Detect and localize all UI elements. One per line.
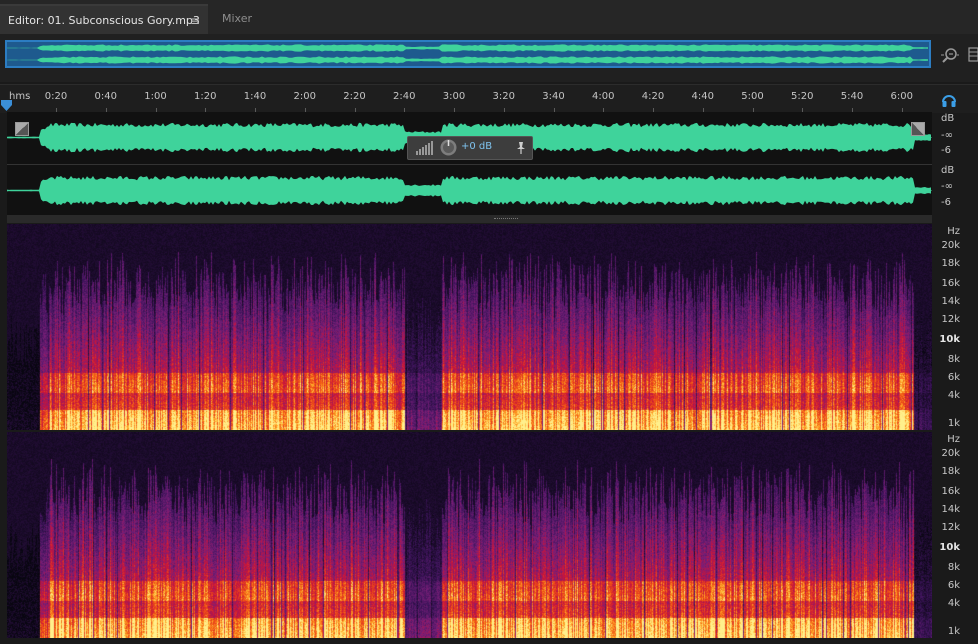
level-meter-icon	[416, 141, 433, 155]
headphones-icon[interactable]	[941, 92, 957, 108]
ruler-tick-label: 3:00	[442, 91, 466, 102]
freq-label-ch2: 12k	[941, 522, 960, 533]
freq-label-ch2: 20k	[941, 448, 960, 459]
fade-in-handle[interactable]	[15, 122, 29, 136]
freq-label-ch2: 6k	[947, 580, 960, 591]
pin-icon[interactable]	[515, 141, 527, 155]
time-ruler[interactable]: hms 0:20 0:40 1:00 1:20 1:40 2:00 2:20 2:40 3:00…	[0, 84, 978, 113]
spectral-channel-left[interactable]	[7, 224, 932, 430]
amp-label-db-1: dB	[941, 113, 955, 124]
ruler-tick-label: 1:40	[243, 91, 267, 102]
freq-label-ch1: 20k	[941, 240, 960, 251]
ruler-tick-label: 2:20	[343, 91, 366, 102]
ruler-tick-label: 2:00	[293, 91, 316, 102]
splitter-grip	[494, 218, 518, 221]
ruler-tick-label: 4:40	[691, 91, 714, 102]
freq-label-ch1: 12k	[941, 314, 960, 325]
freq-label-ch2: 18k	[941, 466, 960, 477]
freq-label-ch2: 4k	[947, 598, 960, 609]
ruler-tick-label: 0:20	[44, 91, 68, 102]
overview-waveform[interactable]	[5, 40, 931, 68]
ruler-tick-label: 5:00	[741, 91, 764, 102]
freq-label-ch1: 16k	[941, 278, 960, 289]
spectral-channel-right[interactable]	[7, 432, 932, 638]
fade-out-handle[interactable]	[911, 122, 925, 136]
tab-editor-label: Editor: 01. Subconscious Gory.mp3	[8, 14, 200, 27]
tab-bar: Editor: 01. Subconscious Gory.mp3 ≡ Mixe…	[0, 0, 978, 36]
overview-bar	[0, 34, 978, 82]
waveform-right-graphic	[7, 175, 932, 206]
ruler-tick-label: 1:00	[144, 91, 167, 102]
waveform-display[interactable]	[7, 112, 932, 215]
gain-value[interactable]: +0 dB	[461, 141, 492, 152]
freq-label-ch2: 8k	[947, 562, 960, 573]
ruler-tick-label: 2:40	[393, 91, 416, 102]
freq-label-ch2: 10k	[939, 542, 960, 553]
freq-label-ch1: 14k	[941, 296, 960, 307]
playhead-marker[interactable]	[1, 100, 12, 111]
freq-label-ch2: 16k	[941, 486, 960, 497]
ruler-tick-label: 3:40	[542, 91, 565, 102]
ruler-tick-label: 5:40	[840, 91, 864, 102]
zoom-icon[interactable]	[941, 46, 959, 64]
freq-label-ch1: 10k	[939, 334, 960, 345]
waveform-path	[7, 175, 931, 206]
freq-label-ch1: 8k	[947, 354, 960, 365]
freq-label-ch1: 4k	[947, 390, 960, 401]
freq-label-ch2: 1k	[947, 626, 960, 637]
tab-menu-icon[interactable]: ≡	[190, 14, 200, 28]
spectrogram-right	[7, 432, 932, 638]
ruler-tick-label: 5:20	[791, 91, 814, 102]
tab-mixer[interactable]: Mixer	[208, 4, 270, 34]
overview-waveform-path	[7, 56, 928, 64]
overview-waveform-graphic	[7, 44, 928, 64]
amp-label-inf-1: -∞	[941, 130, 953, 141]
freq-label-ch1: 1k	[947, 418, 960, 429]
ruler-tick-label: 4:20	[641, 91, 665, 102]
amp-label-6-1: -6	[941, 145, 951, 156]
freq-label-ch1: 18k	[941, 258, 960, 269]
amp-label-inf-2: -∞	[941, 181, 953, 192]
ruler-tick-label: 4:00	[592, 91, 615, 102]
waveform-channel-right[interactable]	[7, 164, 932, 216]
gain-hud[interactable]: +0 dB	[407, 136, 533, 160]
spectrogram-left	[7, 224, 932, 430]
amp-label-6-2: -6	[941, 197, 951, 208]
ruler-tick-label: 6:00	[890, 91, 913, 102]
overview-waveform-path	[7, 44, 928, 52]
freq-label-ch2: Hz	[947, 434, 960, 445]
amp-label-db-2: dB	[941, 165, 955, 176]
gain-knob-icon[interactable]	[440, 139, 457, 156]
ruler-tick-label: 3:20	[492, 91, 515, 102]
panel-toggle-icon[interactable]	[968, 46, 978, 64]
ruler-tick-label: 1:20	[194, 91, 217, 102]
view-splitter[interactable]	[7, 215, 932, 223]
freq-label-ch1: Hz	[947, 226, 960, 237]
tab-mixer-label: Mixer	[222, 12, 253, 25]
time-unit-label: hms	[9, 91, 31, 102]
freq-label-ch1: 6k	[947, 372, 960, 383]
tab-editor[interactable]: Editor: 01. Subconscious Gory.mp3 ≡	[0, 4, 208, 36]
ruler-tick-label: 0:40	[94, 91, 117, 102]
freq-label-ch2: 14k	[941, 504, 960, 515]
